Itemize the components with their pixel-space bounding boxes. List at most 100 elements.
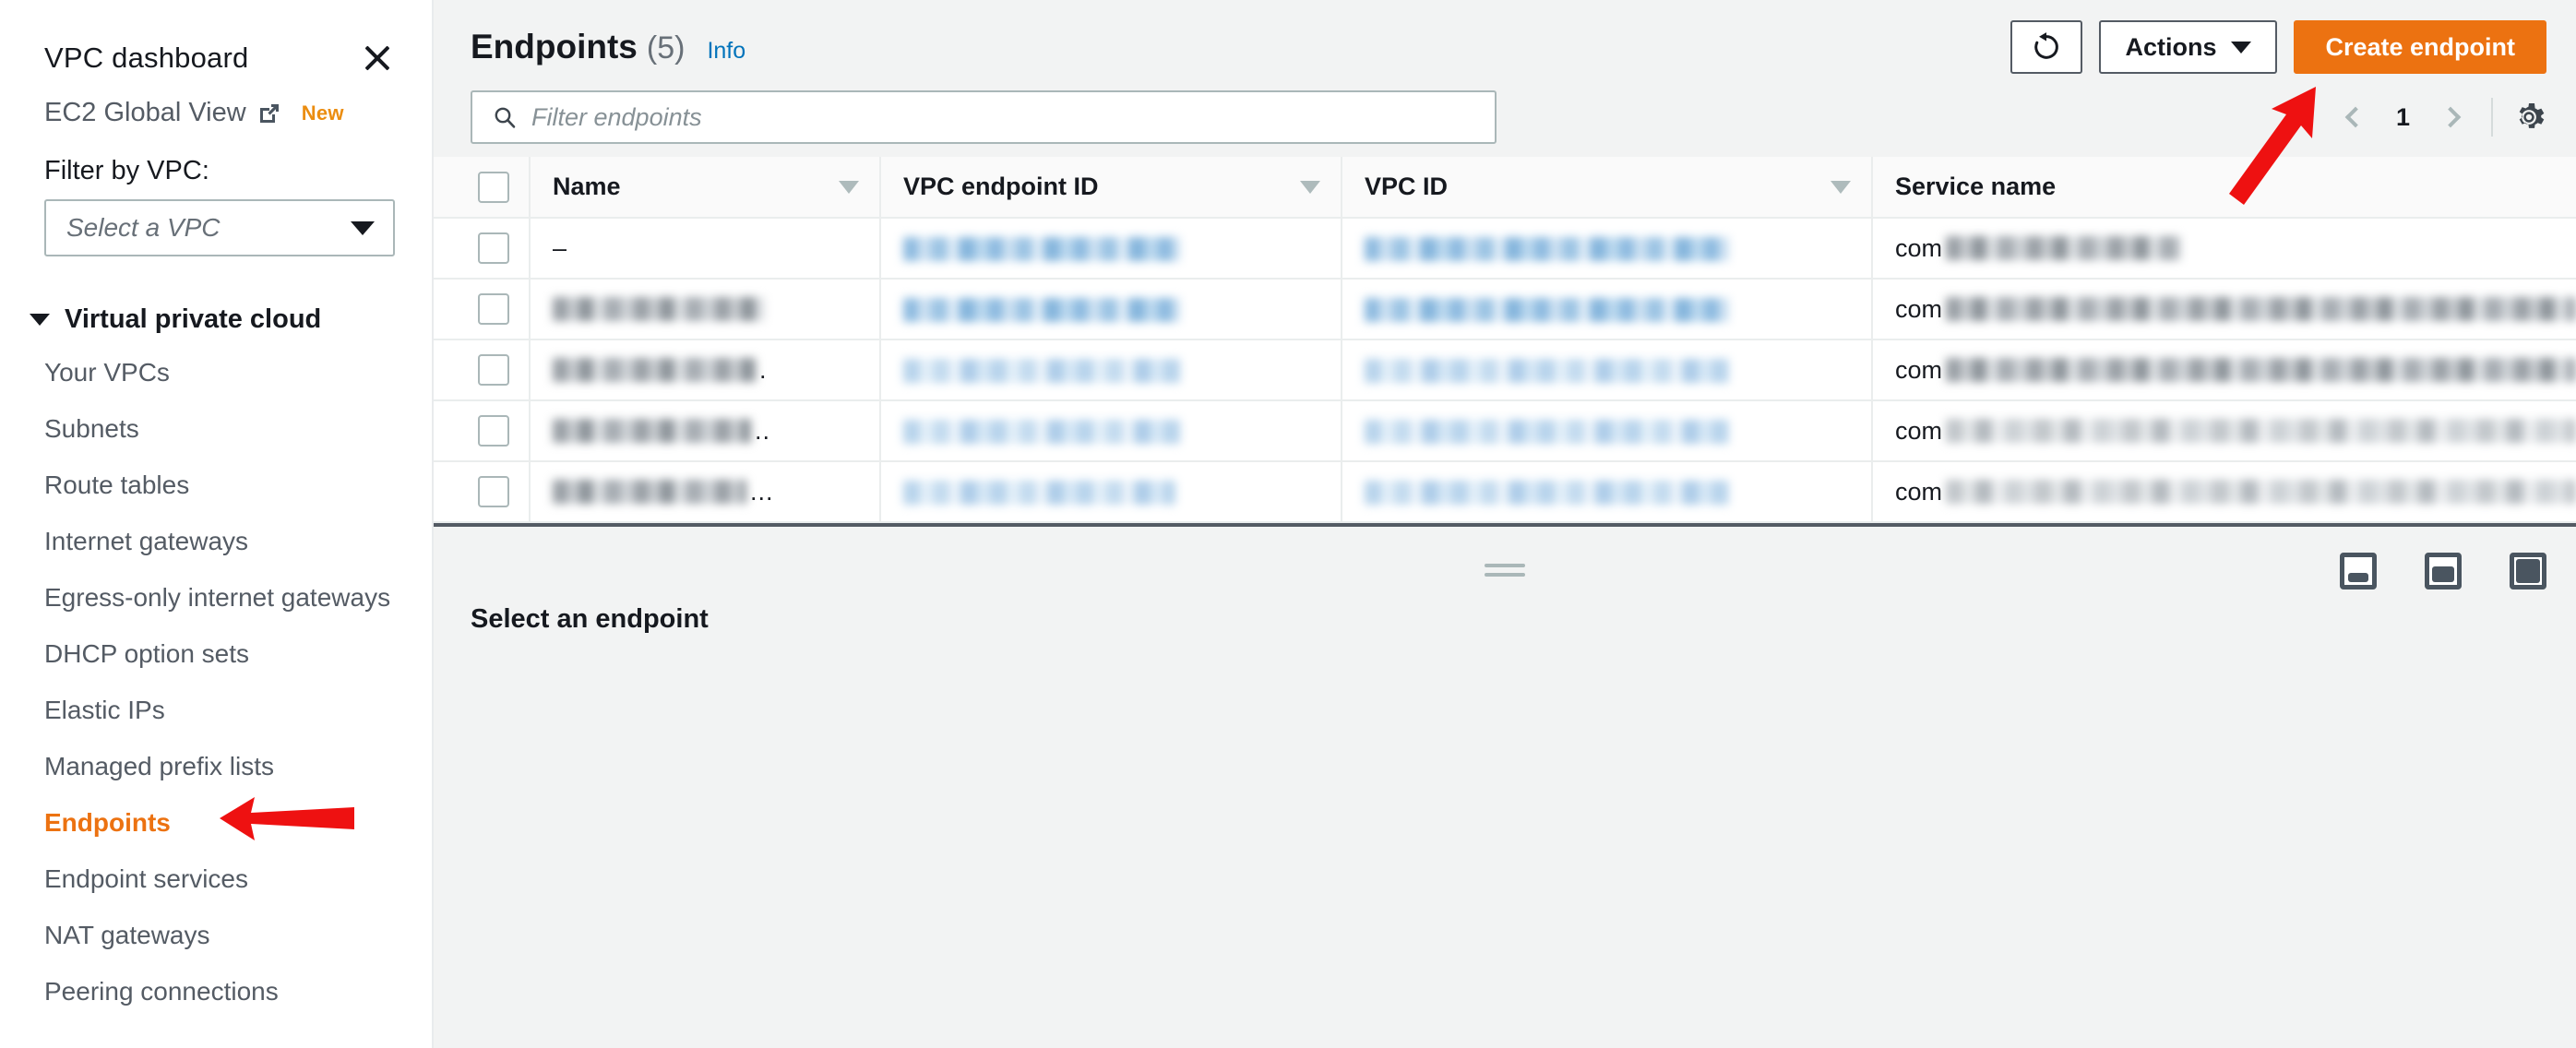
service-name-prefix: com [1895,294,1943,323]
actions-label: Actions [2125,32,2217,61]
endpoints-table: Name VPC endpoint ID VPC ID Service name… [434,157,2576,523]
select-all-header [434,157,530,219]
vpc-select-wrapper: Select a VPC [0,186,432,256]
sidebar-group-label: Virtual private cloud [65,304,322,334]
sidebar-item-egress-only-internet-gateways[interactable]: Egress-only internet gateways [0,569,432,625]
page-title-row: Endpoints (5) Info [471,20,745,66]
info-link[interactable]: Info [707,38,745,65]
table-row[interactable]: com [434,279,2576,340]
handle-bar [1485,564,1525,567]
table-body: – com com. com.. com... com [434,218,2576,523]
table-row[interactable]: ... com [434,461,2576,523]
refresh-button[interactable] [2010,20,2083,74]
cell-service-name: com [1871,279,2576,340]
cell-vpc-id[interactable] [1341,461,1872,523]
pagination-prev-button[interactable] [2328,91,2379,143]
sidebar-item-elastic-ips[interactable]: Elastic IPs [0,682,432,738]
sidebar-item-route-tables[interactable]: Route tables [0,457,432,513]
sidebar-item-dhcp-option-sets[interactable]: DHCP option sets [0,625,432,682]
cell-vpc-endpoint-id[interactable] [879,279,1342,340]
table-row[interactable]: – com [434,218,2576,280]
handle-bar [1485,573,1525,577]
sidebar-item-endpoint-services[interactable]: Endpoint services [0,851,432,907]
row-select-cell [434,218,530,280]
navigation-sidebar: VPC dashboard EC2 Global View New Filter… [0,0,434,1048]
cell-vpc-endpoint-id[interactable] [879,339,1342,401]
sidebar-item-endpoints[interactable]: Endpoints [0,794,432,851]
cell-vpc-endpoint-id[interactable] [879,400,1342,462]
sidebar-title: VPC dashboard [44,42,249,74]
column-label: VPC ID [1365,173,1449,200]
endpoints-table-container: Name VPC endpoint ID VPC ID Service name… [434,157,2576,523]
panel-size-small-icon[interactable] [2340,553,2377,590]
cell-vpc-id[interactable] [1341,218,1872,280]
split-panel-title: Select an endpoint [471,604,709,634]
sort-icon [839,180,859,194]
redacted-value [903,481,1175,506]
column-header-service-name[interactable]: Service name [1871,157,2576,219]
table-row[interactable]: .. com [434,400,2576,462]
cell-vpc-endpoint-id[interactable] [879,218,1342,280]
header-actions: Actions Create endpoint [2010,20,2546,74]
column-header-vpc-endpoint-id[interactable]: VPC endpoint ID [879,157,1342,219]
redacted-value [553,358,756,382]
row-checkbox[interactable] [478,232,509,264]
empty-value: – [553,233,567,262]
sidebar-item-nat-gateways[interactable]: NAT gateways [0,907,432,963]
sidebar-item-peering-connections[interactable]: Peering connections [0,963,432,1019]
redacted-value [1365,420,1729,445]
row-checkbox[interactable] [478,415,509,447]
redacted-value [1365,481,1729,506]
row-checkbox[interactable] [478,354,509,386]
vpc-select-placeholder: Select a VPC [66,213,221,242]
vpc-select[interactable]: Select a VPC [44,199,395,256]
redacted-value [1946,236,2182,260]
cell-vpc-id[interactable] [1341,279,1872,340]
column-label: VPC endpoint ID [903,173,1099,200]
service-name-prefix: com [1895,416,1943,445]
column-header-vpc-id[interactable]: VPC ID [1341,157,1872,219]
pagination: 1 [2328,91,2546,143]
panel-size-medium-icon[interactable] [2425,553,2462,590]
ec2-global-view-link[interactable]: EC2 Global View New [0,76,432,128]
column-header-name[interactable]: Name [529,157,880,219]
pagination-divider [2491,98,2493,137]
pagination-page-number: 1 [2395,102,2410,131]
redacted-value [553,297,765,321]
chevron-left-icon [2345,106,2367,128]
sidebar-item-managed-prefix-lists[interactable]: Managed prefix lists [0,738,432,794]
cell-vpc-id[interactable] [1341,400,1872,462]
redacted-value [1946,419,2576,443]
row-checkbox[interactable] [478,476,509,507]
cell-vpc-id[interactable] [1341,339,1872,401]
sidebar-item-your-vpcs[interactable]: Your VPCs [0,344,432,400]
cell-vpc-endpoint-id[interactable] [879,461,1342,523]
search-placeholder: Filter endpoints [531,102,702,131]
sidebar-item-subnets[interactable]: Subnets [0,400,432,457]
sidebar-item-internet-gateways[interactable]: Internet gateways [0,513,432,569]
search-input[interactable]: Filter endpoints [471,90,1497,144]
truncation-dots: . [759,355,768,384]
column-label: Service name [1895,173,2057,200]
pagination-next-button[interactable] [2427,91,2478,143]
sidebar-group-virtual-private-cloud[interactable]: Virtual private cloud [0,256,432,335]
panel-size-large-icon[interactable] [2510,553,2546,590]
sort-icon [1300,180,1320,194]
gear-icon [2519,102,2545,128]
service-name-prefix: com [1895,233,1943,262]
actions-button[interactable]: Actions [2099,20,2278,74]
close-icon[interactable] [360,41,395,76]
table-preferences-button[interactable] [2511,100,2546,135]
row-checkbox[interactable] [478,293,509,325]
redacted-value [553,419,751,443]
select-all-checkbox[interactable] [478,171,509,203]
endpoints-count: (5) [646,30,686,66]
table-header-row: Name VPC endpoint ID VPC ID Service name [434,157,2576,219]
chevron-down-icon [2231,41,2252,54]
resize-handle[interactable] [1485,564,1525,578]
refresh-icon [2034,32,2059,59]
redacted-value [903,420,1180,445]
create-endpoint-button[interactable]: Create endpoint [2294,20,2546,74]
table-row[interactable]: . com [434,339,2576,401]
redacted-value [553,480,746,504]
